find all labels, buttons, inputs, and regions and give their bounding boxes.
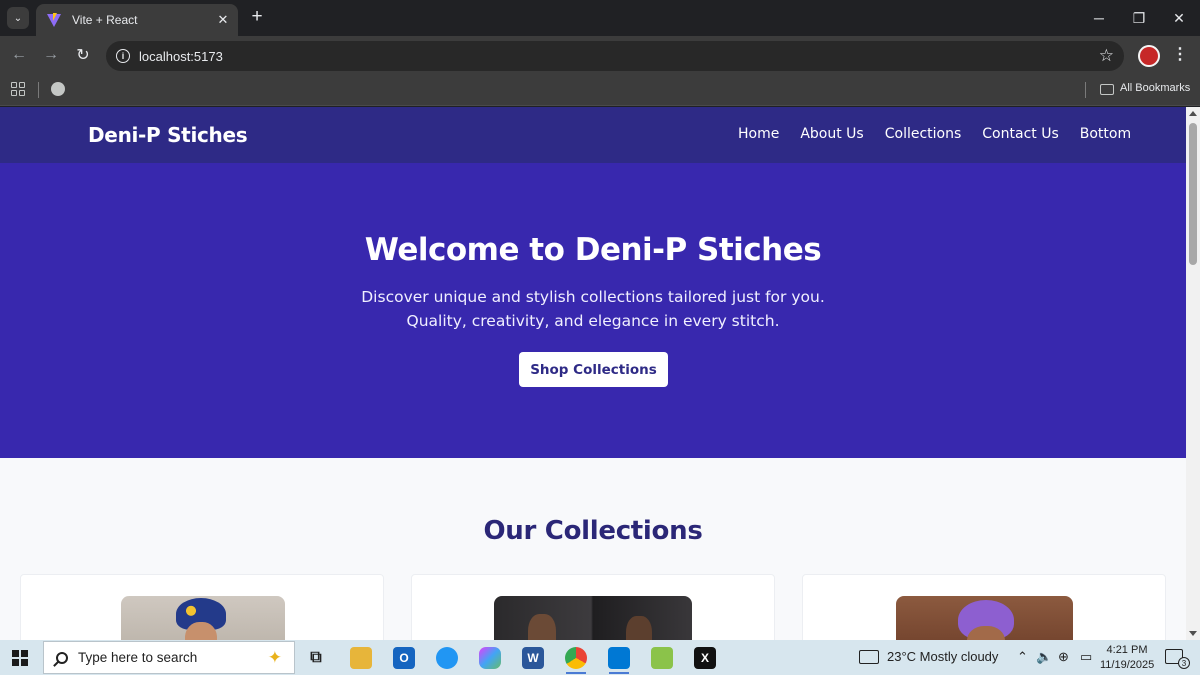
reload-icon[interactable]: ↻ xyxy=(72,44,94,66)
minimize-button[interactable]: ─ xyxy=(1084,5,1114,31)
address-url[interactable]: localhost:5173 xyxy=(139,49,223,64)
bookmarks-separator xyxy=(1085,82,1086,98)
browser-tab[interactable]: Vite + React ✕ xyxy=(36,4,238,36)
nav-link-home[interactable]: Home xyxy=(738,126,779,142)
network-globe-icon[interactable]: ⊕ xyxy=(1058,649,1069,665)
clock-time: 4:21 PM xyxy=(1106,644,1148,656)
tab-search-button[interactable]: ⌄ xyxy=(7,7,29,29)
notification-badge: 3 xyxy=(1178,657,1190,669)
collection-image[interactable] xyxy=(121,596,285,640)
restore-button[interactable]: ❐ xyxy=(1124,5,1154,31)
tab-close-icon[interactable]: ✕ xyxy=(214,12,232,28)
weather-text: 23°C Mostly cloudy xyxy=(887,649,999,664)
windows-taskbar: Type here to search ✦ ⧉ O W X 23°C Mostl… xyxy=(0,640,1200,675)
copilot-sparkle-icon: ✦ xyxy=(267,648,282,667)
search-icon xyxy=(56,651,68,664)
nav-link-collections[interactable]: Collections xyxy=(885,126,962,142)
all-bookmarks-link[interactable]: All Bookmarks xyxy=(1120,82,1190,94)
collection-card[interactable] xyxy=(802,574,1166,640)
taskbar-search-input[interactable]: Type here to search ✦ xyxy=(43,641,295,674)
chrome-active-indicator xyxy=(566,672,586,674)
taskbar-clock[interactable]: 4:21 PM 11/19/2025 xyxy=(1100,643,1154,673)
chrome-icon[interactable] xyxy=(565,647,587,669)
site-brand[interactable]: Deni-P Stiches xyxy=(88,123,248,147)
vscode-icon[interactable] xyxy=(608,647,630,669)
volume-icon[interactable]: 🔈 xyxy=(1036,649,1052,665)
nav-link-bottom[interactable]: Bottom xyxy=(1080,126,1131,142)
shop-collections-button[interactable]: Shop Collections xyxy=(519,352,668,387)
nav-link-about[interactable]: About Us xyxy=(800,126,863,142)
scroll-down-arrow-icon[interactable] xyxy=(1189,631,1197,636)
browser-tab-bar: ⌄ Vite + React ✕ + ─ ❐ ✕ xyxy=(0,0,1200,36)
collection-card[interactable] xyxy=(411,574,775,640)
weather-widget[interactable]: 23°C Mostly cloudy xyxy=(859,649,998,664)
hero-section: Welcome to Deni-P Stiches Discover uniqu… xyxy=(0,163,1186,458)
globe-icon[interactable] xyxy=(51,82,65,96)
browser-toolbar: ← → ↻ i localhost:5173 ☆ ⋮ xyxy=(0,36,1200,74)
scroll-up-arrow-icon[interactable] xyxy=(1189,111,1197,116)
new-tab-button[interactable]: + xyxy=(248,6,266,28)
nav-links: Home About Us Collections Contact Us Bot… xyxy=(738,126,1152,142)
news-weather-icon xyxy=(859,649,879,664)
collections-section: Our Collections xyxy=(0,458,1186,640)
file-explorer-icon[interactable] xyxy=(350,647,372,669)
profile-avatar[interactable] xyxy=(1138,45,1160,67)
tab-title: Vite + React xyxy=(72,13,138,27)
vscode-active-indicator xyxy=(609,672,629,674)
vite-logo-icon xyxy=(47,13,61,27)
scroll-thumb[interactable] xyxy=(1189,123,1197,265)
page-scrollbar[interactable] xyxy=(1186,107,1200,640)
apps-grid-icon[interactable] xyxy=(11,82,25,96)
hero-title: Welcome to Deni-P Stiches xyxy=(364,232,822,268)
address-bar[interactable]: i localhost:5173 ☆ xyxy=(106,41,1124,71)
clock-date: 11/19/2025 xyxy=(1100,659,1155,671)
taskbar-search-placeholder: Type here to search xyxy=(78,650,198,665)
x-app-icon[interactable]: X xyxy=(694,647,716,669)
page-viewport: Deni-P Stiches Home About Us Collections… xyxy=(0,107,1186,640)
folder-icon[interactable] xyxy=(1100,84,1114,95)
collection-image[interactable] xyxy=(494,596,692,640)
edge-icon[interactable] xyxy=(436,647,458,669)
bookmark-star-icon[interactable]: ☆ xyxy=(1099,46,1114,66)
collection-image[interactable] xyxy=(896,596,1073,640)
collection-card[interactable] xyxy=(20,574,384,640)
close-window-button[interactable]: ✕ xyxy=(1164,5,1194,31)
site-navbar: Deni-P Stiches Home About Us Collections… xyxy=(0,107,1186,163)
site-info-icon[interactable]: i xyxy=(116,49,130,63)
copilot-icon[interactable] xyxy=(479,647,501,669)
tray-chevron-up-icon[interactable]: ⌃ xyxy=(1017,649,1028,665)
windows-start-icon[interactable] xyxy=(12,650,28,666)
browser-menu-icon[interactable]: ⋮ xyxy=(1172,44,1188,64)
forward-icon[interactable]: → xyxy=(40,44,62,66)
hero-subtitle: Discover unique and stylish collections … xyxy=(361,288,825,330)
battery-icon[interactable]: ▭ xyxy=(1080,649,1092,665)
task-view-icon[interactable]: ⧉ xyxy=(305,647,327,669)
collections-title: Our Collections xyxy=(483,516,703,546)
notepad-icon[interactable] xyxy=(651,647,673,669)
word-icon[interactable]: W xyxy=(522,647,544,669)
outlook-icon[interactable]: O xyxy=(393,647,415,669)
bookmarks-separator xyxy=(38,82,39,98)
back-icon[interactable]: ← xyxy=(8,44,30,66)
nav-link-contact[interactable]: Contact Us xyxy=(982,126,1058,142)
bookmarks-bar: All Bookmarks xyxy=(0,74,1200,106)
